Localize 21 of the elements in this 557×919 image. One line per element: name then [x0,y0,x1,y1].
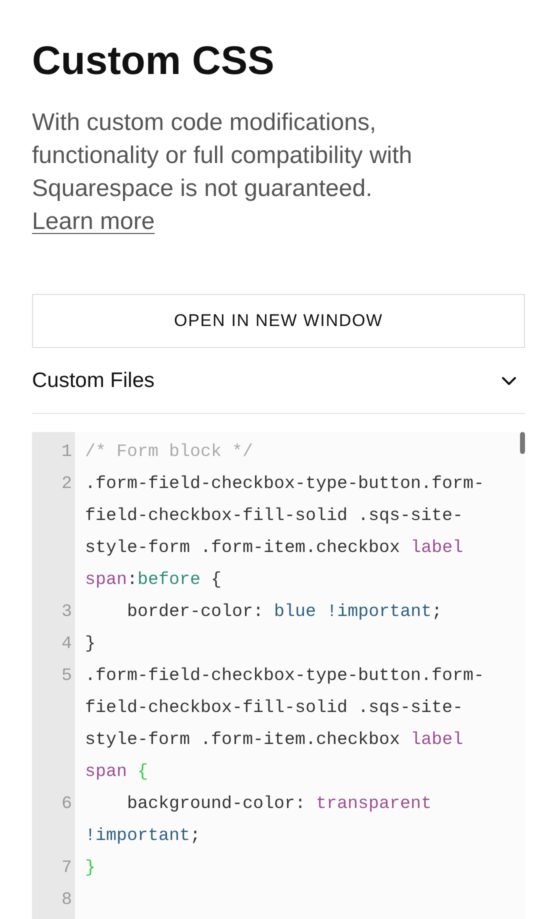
code-line: } [85,857,97,880]
custom-files-label[interactable]: Custom Files [32,364,155,396]
code-line: background-color: transparent !important; [85,793,433,848]
line-number: 1 [60,441,73,464]
scrollbar-thumb[interactable] [520,432,525,454]
line-number: 8 [60,889,73,912]
description: With custom code modifications, functionality or full compatibility with Squarespace is not guaranteed. Learn more [32,108,414,237]
code-line: /* Form block */ [85,441,254,464]
line-number: 5 [60,665,73,688]
learn-more-link[interactable]: Learn more [32,208,155,235]
open-in-new-window-button[interactable]: OPEN IN NEW WINDOW [32,294,525,348]
code-line: .form-field-checkbox-type-button.form-field-checkbox-fill-solid .sqs-site-style-form .form-item.checkbox label span { [85,665,486,784]
line-number: 6 [60,793,73,816]
line-number: 3 [60,601,73,624]
line-number: 7 [60,857,73,880]
code-line: border-color: blue !important; [126,601,444,624]
line-number: 2 [60,473,73,496]
page-title: Custom CSS [32,38,276,85]
line-number: 4 [60,633,73,656]
code-editor[interactable] [32,432,525,919]
code-line: } [85,633,97,656]
